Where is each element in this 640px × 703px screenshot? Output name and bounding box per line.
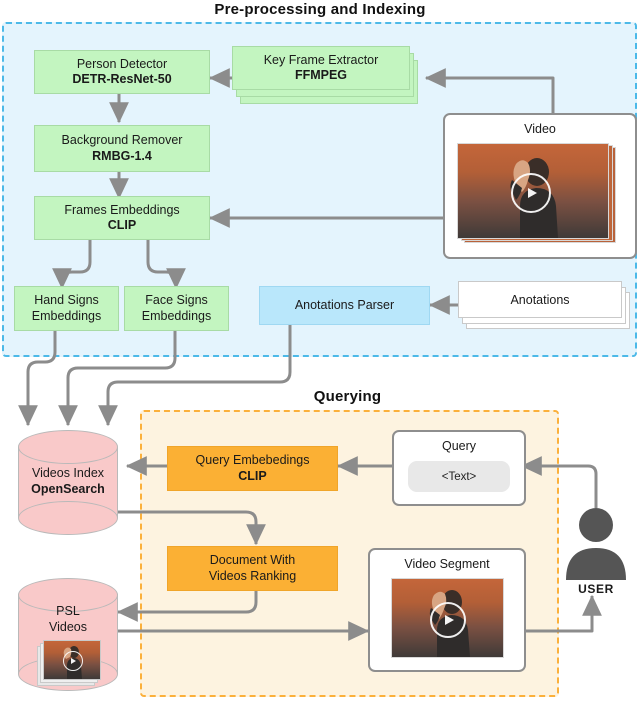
node-user-label: USER: [578, 582, 614, 596]
psl-videos-line2: Videos: [49, 619, 87, 634]
node-videos-index[interactable]: Videos Index OpenSearch: [18, 430, 118, 535]
videos-index-top: [18, 430, 118, 464]
node-anotations-title: Anotations: [510, 292, 570, 307]
psl-videos-thumbnail: [43, 640, 101, 680]
play-icon[interactable]: [511, 173, 551, 213]
node-video-thumbnail: [457, 143, 609, 239]
node-psl-videos[interactable]: PSL Videos: [18, 578, 118, 691]
node-frames-embeddings-model: CLIP: [107, 218, 137, 232]
node-key-frame-extractor[interactable]: Key Frame Extractor FFMPEG: [232, 46, 410, 90]
diagram-canvas: Pre-processing and Indexing Querying Key…: [0, 0, 640, 703]
node-query-embeddings[interactable]: Query Embebedings CLIP: [167, 446, 338, 491]
section-title-querying: Querying: [313, 388, 382, 405]
videos-index-label: Videos Index OpenSearch: [18, 466, 118, 497]
node-hand-signs-embeddings[interactable]: Hand Signs Embeddings: [14, 286, 119, 331]
node-video-segment-card[interactable]: Video Segment: [368, 548, 526, 672]
video-segment-thumbnail: [391, 578, 504, 658]
node-user[interactable]: USER: [558, 506, 634, 598]
node-video-title: Video: [524, 122, 556, 136]
node-video-card[interactable]: Video: [443, 113, 637, 259]
node-anotations-stack[interactable]: Anotations: [458, 281, 630, 329]
node-face-signs-line1: Face Signs: [145, 293, 208, 308]
node-anotations-parser-title: Anotations Parser: [294, 297, 395, 312]
node-query-card[interactable]: Query <Text>: [392, 430, 526, 506]
videos-index-line2: OpenSearch: [31, 481, 105, 496]
node-hand-signs-line1: Hand Signs: [34, 293, 99, 308]
query-input-value: <Text>: [441, 470, 477, 483]
psl-videos-line1: PSL: [56, 604, 80, 618]
play-icon-psl: [63, 651, 83, 671]
query-input-field[interactable]: <Text>: [408, 461, 510, 492]
node-face-signs-embeddings[interactable]: Face Signs Embeddings: [124, 286, 229, 331]
node-person-detector[interactable]: Person Detector DETR-ResNet-50: [34, 50, 210, 94]
node-person-detector-model: DETR-ResNet-50: [72, 72, 172, 86]
node-query-embeddings-model: CLIP: [238, 468, 267, 483]
psl-videos-label: PSL Videos: [18, 604, 118, 635]
node-frames-embeddings[interactable]: Frames Embeddings CLIP: [34, 196, 210, 240]
anotations-card: Anotations: [458, 281, 622, 318]
node-video-segment-title: Video Segment: [404, 557, 490, 571]
section-title-preprocessing: Pre-processing and Indexing: [214, 1, 426, 18]
node-query-title: Query: [441, 439, 477, 453]
user-icon: [566, 508, 626, 580]
node-background-remover[interactable]: Background Remover RMBG-1.4: [34, 125, 210, 172]
node-anotations-parser[interactable]: Anotations Parser: [259, 286, 430, 325]
node-document-ranking[interactable]: Document With Videos Ranking: [167, 546, 338, 591]
node-query-embeddings-title: Query Embebedings: [195, 453, 310, 468]
node-key-frame-extractor-model: FFMPEG: [294, 68, 348, 82]
node-document-ranking-line2: Videos Ranking: [208, 568, 297, 583]
node-person-detector-title: Person Detector: [76, 56, 168, 71]
node-face-signs-line2: Embeddings: [141, 308, 212, 323]
node-key-frame-extractor-title: Key Frame Extractor: [263, 52, 379, 67]
videos-index-line1: Videos Index: [31, 466, 105, 480]
node-background-remover-title: Background Remover: [61, 133, 183, 148]
node-frames-embeddings-title: Frames Embeddings: [64, 202, 180, 217]
videos-index-bottom: [18, 501, 118, 535]
node-hand-signs-line2: Embeddings: [31, 308, 102, 323]
play-icon-segment[interactable]: [430, 602, 466, 638]
node-document-ranking-line1: Document With: [209, 553, 296, 568]
node-background-remover-model: RMBG-1.4: [92, 148, 152, 163]
